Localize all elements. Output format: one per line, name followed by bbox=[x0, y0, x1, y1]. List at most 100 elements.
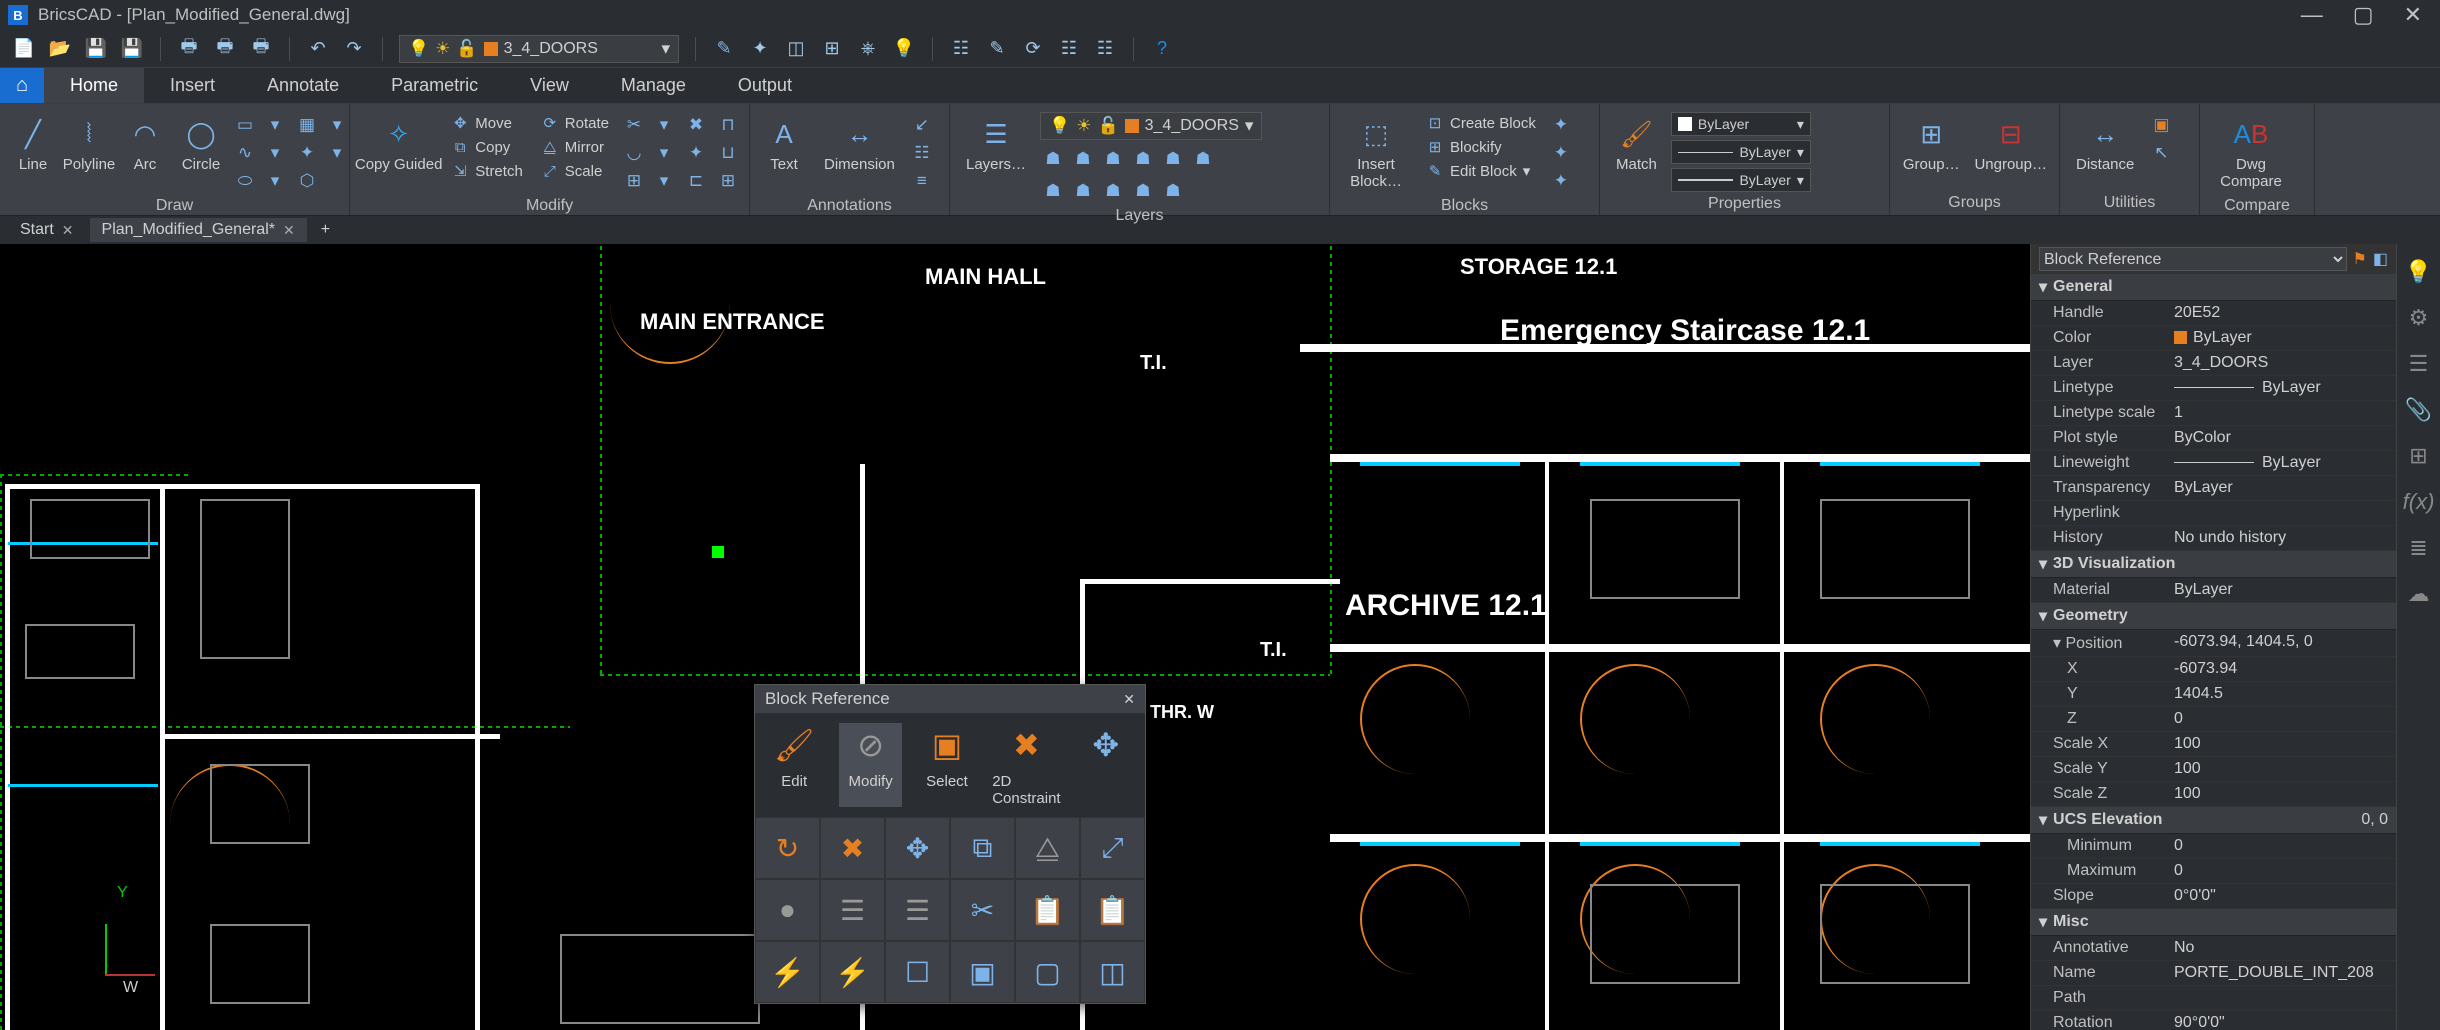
prop-value[interactable]: 90°0'0" bbox=[2166, 1011, 2396, 1030]
chevron-down-icon[interactable]: ▾ bbox=[262, 112, 288, 138]
qb-tool-1-icon[interactable]: ✎ bbox=[712, 37, 736, 61]
prop-row[interactable]: MaterialByLayer bbox=[2031, 578, 2396, 603]
prop-row[interactable]: ColorByLayer bbox=[2031, 326, 2396, 351]
prop-row[interactable]: Path bbox=[2031, 986, 2396, 1011]
publish-icon[interactable]: 🖶 bbox=[249, 37, 273, 61]
prop-value[interactable]: 20E52 bbox=[2166, 301, 2396, 325]
pick-icon[interactable]: ◧ bbox=[2373, 249, 2388, 269]
text-button[interactable]: A Text bbox=[758, 112, 810, 177]
ellipse-icon[interactable]: ⬭ bbox=[232, 168, 258, 194]
prop-row[interactable]: Z0 bbox=[2031, 707, 2396, 732]
prop-value[interactable]: PORTE_DOUBLE_INT_208 bbox=[2166, 961, 2396, 985]
quad-close-icon[interactable]: ✕ bbox=[1123, 691, 1135, 708]
region-icon[interactable]: ⬡ bbox=[294, 168, 320, 194]
copy-button[interactable]: ⧉Copy bbox=[445, 136, 529, 158]
prop-group-ucs-elevation[interactable]: ▾ UCS Elevation0, 0 bbox=[2031, 807, 2396, 834]
minimize-icon[interactable]: — bbox=[2301, 2, 2323, 28]
tab-annotate[interactable]: Annotate bbox=[241, 68, 365, 103]
prop-value[interactable]: 0 bbox=[2166, 834, 2396, 858]
qb-tool-11-icon[interactable]: ☷ bbox=[1093, 37, 1117, 61]
save-icon[interactable]: 💾 bbox=[84, 37, 108, 61]
prop-group-3d-visualization[interactable]: ▾ 3D Visualization bbox=[2031, 551, 2396, 578]
quad-mirror-icon[interactable]: ⧋ bbox=[1015, 817, 1080, 879]
qb-tool-3-icon[interactable]: ◫ bbox=[784, 37, 808, 61]
quad-paste-icon[interactable]: 📋 bbox=[1015, 879, 1080, 941]
rect-icon[interactable]: ▭ bbox=[232, 112, 258, 138]
prop-row[interactable]: Scale X100 bbox=[2031, 732, 2396, 757]
quad-spark2-icon[interactable]: ⚡ bbox=[820, 941, 885, 1003]
prop-row[interactable]: Plot styleByColor bbox=[2031, 426, 2396, 451]
prop-row[interactable]: Rotation90°0'0" bbox=[2031, 1011, 2396, 1030]
prop-value[interactable]: 0 bbox=[2166, 707, 2396, 731]
fx-icon[interactable]: f(x) bbox=[2405, 488, 2433, 516]
fillet-icon[interactable]: ◡ bbox=[621, 140, 647, 166]
close-tab-icon[interactable]: ✕ bbox=[283, 222, 295, 239]
qb-tool-10-icon[interactable]: ☷ bbox=[1057, 37, 1081, 61]
table-icon[interactable]: ☷ bbox=[909, 140, 935, 166]
qb-tool-5-icon[interactable]: ⎈ bbox=[856, 37, 880, 61]
copy-guided-button[interactable]: ✧ Copy Guided bbox=[358, 112, 439, 177]
quad-box3-icon[interactable]: ▢ bbox=[1015, 941, 1080, 1003]
prop-value[interactable]: 0 bbox=[2166, 859, 2396, 883]
sliders-icon[interactable]: ⚙ bbox=[2405, 304, 2433, 332]
prop-row[interactable]: Handle20E52 bbox=[2031, 301, 2396, 326]
maximize-icon[interactable]: ▢ bbox=[2353, 2, 2374, 28]
prop-value[interactable]: 100 bbox=[2166, 782, 2396, 806]
quad-cat-more[interactable]: ✥ bbox=[1075, 723, 1137, 807]
new-tab-button[interactable]: + bbox=[311, 218, 340, 242]
quad-spark1-icon[interactable]: ⚡ bbox=[755, 941, 820, 1003]
qb-tool-9-icon[interactable]: ⟳ bbox=[1021, 37, 1045, 61]
tab-parametric[interactable]: Parametric bbox=[365, 68, 504, 103]
trim-icon[interactable]: ✂ bbox=[621, 112, 647, 138]
quad-layers1-icon[interactable]: ☰ bbox=[820, 879, 885, 941]
offset-icon[interactable]: ⊏ bbox=[683, 168, 709, 194]
tab-insert[interactable]: Insert bbox=[144, 68, 241, 103]
prop-value[interactable]: 1404.5 bbox=[2166, 682, 2396, 706]
prop-row[interactable]: Scale Y100 bbox=[2031, 757, 2396, 782]
quad-cut-icon[interactable]: ✂ bbox=[950, 879, 1015, 941]
clip-icon[interactable]: 📎 bbox=[2405, 396, 2433, 424]
blocks-icon[interactable]: ⊞ bbox=[2405, 442, 2433, 470]
quad-rotate-icon[interactable]: ↻ bbox=[755, 817, 820, 879]
quad-box4-icon[interactable]: ◫ bbox=[1080, 941, 1145, 1003]
grip-point[interactable] bbox=[712, 546, 724, 558]
prop-value[interactable] bbox=[2166, 501, 2396, 525]
quad-copy-icon[interactable]: ⧉ bbox=[950, 817, 1015, 879]
application-button[interactable]: ⌂ bbox=[0, 68, 44, 103]
open-icon[interactable]: 📂 bbox=[48, 37, 72, 61]
quad-box2-icon[interactable]: ▣ bbox=[950, 941, 1015, 1003]
prop-row[interactable]: HistoryNo undo history bbox=[2031, 526, 2396, 551]
quad-cat-edit[interactable]: 🖌Edit bbox=[763, 723, 825, 807]
qb-tool-4-icon[interactable]: ⊞ bbox=[820, 37, 844, 61]
close-tab-icon[interactable]: ✕ bbox=[62, 222, 74, 239]
prop-row[interactable]: LinetypeByLayer bbox=[2031, 376, 2396, 401]
erase-icon[interactable]: ✖ bbox=[683, 112, 709, 138]
tab-manage[interactable]: Manage bbox=[595, 68, 712, 103]
prop-group-general[interactable]: ▾ General bbox=[2031, 274, 2396, 301]
tab-output[interactable]: Output bbox=[712, 68, 818, 103]
spline-icon[interactable]: ∿ bbox=[232, 140, 258, 166]
prop-value[interactable]: ByLayer bbox=[2166, 451, 2396, 475]
quad-scale-icon[interactable]: ⤢ bbox=[1080, 817, 1145, 879]
dimension-button[interactable]: ↔ Dimension bbox=[816, 112, 903, 177]
qb-tool-8-icon[interactable]: ✎ bbox=[985, 37, 1009, 61]
entity-type-combo[interactable]: Block Reference bbox=[2039, 247, 2347, 271]
dwg-compare-button[interactable]: AB Dwg Compare bbox=[2208, 112, 2294, 194]
edit-block-button[interactable]: ✎Edit Block▾ bbox=[1420, 160, 1542, 182]
group-button[interactable]: ⊞ Group… bbox=[1898, 112, 1964, 177]
prop-value[interactable]: No undo history bbox=[2166, 526, 2396, 550]
prop-row[interactable]: LineweightByLayer bbox=[2031, 451, 2396, 476]
undo-icon[interactable]: ↶ bbox=[306, 37, 330, 61]
tab-start[interactable]: Start✕ bbox=[8, 218, 86, 242]
quad-cat-2dconstraint[interactable]: ✖2D Constraint bbox=[992, 723, 1060, 807]
quad-box1-icon[interactable]: ☐ bbox=[885, 941, 950, 1003]
move-button[interactable]: ✥Move bbox=[445, 112, 529, 134]
prop-value[interactable]: 3_4_DOORS bbox=[2166, 351, 2396, 375]
blockify-button[interactable]: ⊞Blockify bbox=[1420, 136, 1542, 158]
circle-button[interactable]: ◯ Circle bbox=[176, 112, 226, 177]
distance-button[interactable]: ↔ Distance bbox=[2068, 112, 2142, 177]
prop-value[interactable]: No bbox=[2166, 936, 2396, 960]
print-icon[interactable]: 🖶 bbox=[177, 37, 201, 61]
polyline-button[interactable]: ⦚ Polyline bbox=[64, 112, 114, 177]
layer-iso-icon[interactable]: ☗ bbox=[1040, 146, 1066, 172]
